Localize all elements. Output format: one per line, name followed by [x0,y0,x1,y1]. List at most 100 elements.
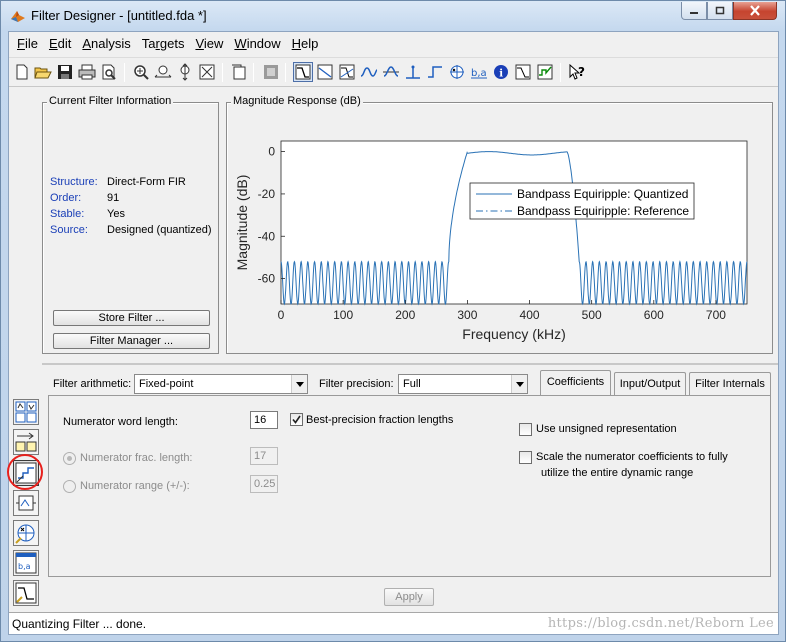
cfi-key: Structure: [50,176,98,188]
new-figure-icon[interactable] [229,62,249,82]
y-tick-label: 0 [268,145,275,159]
maximize-icon [715,6,725,15]
transform-filter-button[interactable] [13,399,39,425]
whats-this-icon[interactable]: ? [567,62,587,82]
numerator-range-label: Numerator range (+/-): [80,480,190,492]
filter-manager-button[interactable]: Filter Manager ... [53,333,210,349]
y-tick-label: -20 [258,187,276,201]
noise-icon[interactable] [535,62,555,82]
cfi-key: Order: [50,192,82,204]
menu-window[interactable]: Window [234,32,280,56]
scale-coefficients-label-1: Scale the numerator coefficients to full… [536,451,728,463]
cfi-value: 91 [107,192,120,204]
print-icon[interactable] [77,62,97,82]
menu-view[interactable]: View [195,32,223,56]
print-preview-icon[interactable] [99,62,119,82]
filter-precision-select[interactable]: Full [398,374,528,394]
numerator-range-radio[interactable] [63,480,76,493]
magnitude-icon[interactable] [293,62,313,82]
chevron-down-icon [291,375,307,393]
client-area: File Edit Analysis Targets View Window H… [7,31,779,635]
annotation-circle [7,454,43,490]
zoom-in-icon[interactable] [131,62,151,82]
mag-phase-icon[interactable] [337,62,357,82]
unsigned-checkbox[interactable] [519,423,532,436]
menu-help[interactable]: Help [292,32,319,56]
svg-text:?: ? [578,65,585,79]
pole-zero-icon[interactable] [447,62,467,82]
tab-filter-internals[interactable]: Filter Internals [689,372,771,396]
watermark-text: https://blog.csdn.net/Reborn Lee [547,616,774,631]
phase-icon[interactable] [315,62,335,82]
save-icon[interactable] [55,62,75,82]
cfi-value: Designed (quantized) [107,224,212,236]
design-panel-strip: b,a [7,89,43,610]
step-icon[interactable] [425,62,445,82]
filter-precision-label: Filter precision: [319,378,394,390]
numerator-word-length-field[interactable]: 16 [250,411,278,429]
status-text: Quantizing Filter ... done. [12,617,147,631]
new-icon[interactable] [12,62,32,82]
toolbar-separator [285,63,286,82]
coefficients-icon[interactable]: b,a [469,62,489,82]
menu-edit[interactable]: Edit [49,32,71,56]
magnitude-estimate-icon[interactable] [513,62,533,82]
legend-label: Bandpass Equiripple: Quantized [517,187,688,201]
menu-analysis[interactable]: Analysis [82,32,130,56]
tab-coefficients[interactable]: Coefficients [540,370,611,396]
maximize-button[interactable] [707,2,733,20]
y-tick-label: -40 [258,229,276,243]
impulse-icon[interactable] [403,62,423,82]
menu-bar: File Edit Analysis Targets View Window H… [9,32,778,56]
cfi-value: Direct-Form FIR [107,176,186,188]
import-filter-button[interactable]: b,a [13,550,39,576]
best-precision-checkbox[interactable] [290,413,303,426]
numerator-range-field[interactable]: 0.25 [250,475,278,493]
zoom-y-icon[interactable] [175,62,195,82]
pole-zero-editor-icon [15,524,35,544]
numerator-frac-length-radio[interactable] [63,452,76,465]
apply-button[interactable]: Apply [384,588,434,606]
minimize-button[interactable] [681,2,707,20]
menu-file[interactable]: File [17,32,38,56]
title-bar[interactable]: Filter Designer - [untitled.fda *] [1,1,785,31]
x-tick-label: 200 [395,308,415,322]
phase-delay-icon[interactable] [381,62,401,82]
filter-manager-icon[interactable] [261,62,281,82]
filter-arithmetic-select[interactable]: Fixed-point [134,374,308,394]
group-delay-icon[interactable] [359,62,379,82]
magnitude-response-panel: Magnitude Response (dB) 0 100 200 300 400 500… [226,95,773,354]
realize-model-button[interactable] [13,490,39,516]
design-filter-button[interactable] [13,580,39,606]
app-window: Filter Designer - [untitled.fda *] File … [0,0,786,642]
open-icon[interactable] [33,62,53,82]
toolbar-separator [222,63,223,82]
menu-targets[interactable]: Targets [142,32,185,56]
close-button[interactable] [733,2,777,20]
zoom-x-icon[interactable] [153,62,173,82]
svg-text:i: i [499,69,503,80]
coefficients-tab-content: Numerator word length: 16 Best-precision… [48,395,771,577]
window-controls [681,2,777,20]
magnitude-chart[interactable]: 0 100 200 300 400 500 600 700 0 -20 -40 -60 Frequenc… [227,103,772,353]
best-precision-label: Best-precision fraction lengths [306,414,454,426]
full-view-icon[interactable] [197,62,217,82]
pole-zero-editor-button[interactable] [13,520,39,546]
structure-row: Structure: Direct-Form FIR [50,176,186,188]
plot-area [280,140,748,305]
import-filter-icon: b,a [15,552,37,574]
cfi-key: Source: [50,224,88,236]
tab-input-output[interactable]: Input/Output [614,372,686,396]
current-filter-title: Current Filter Information [47,95,174,107]
status-bar: Quantizing Filter ... done. https://blog… [9,612,778,634]
y-tick-label: -60 [258,272,276,286]
design-filter-icon [15,582,37,604]
multirate-button[interactable] [13,429,39,455]
scale-coefficients-checkbox[interactable] [519,451,532,464]
numerator-frac-length-field[interactable]: 17 [250,447,278,465]
filter-precision-value: Full [403,378,421,390]
info-icon[interactable]: i [491,62,511,82]
store-filter-button[interactable]: Store Filter ... [53,310,210,326]
svg-text:b,a: b,a [18,562,31,571]
toolbar-separator [124,63,125,82]
